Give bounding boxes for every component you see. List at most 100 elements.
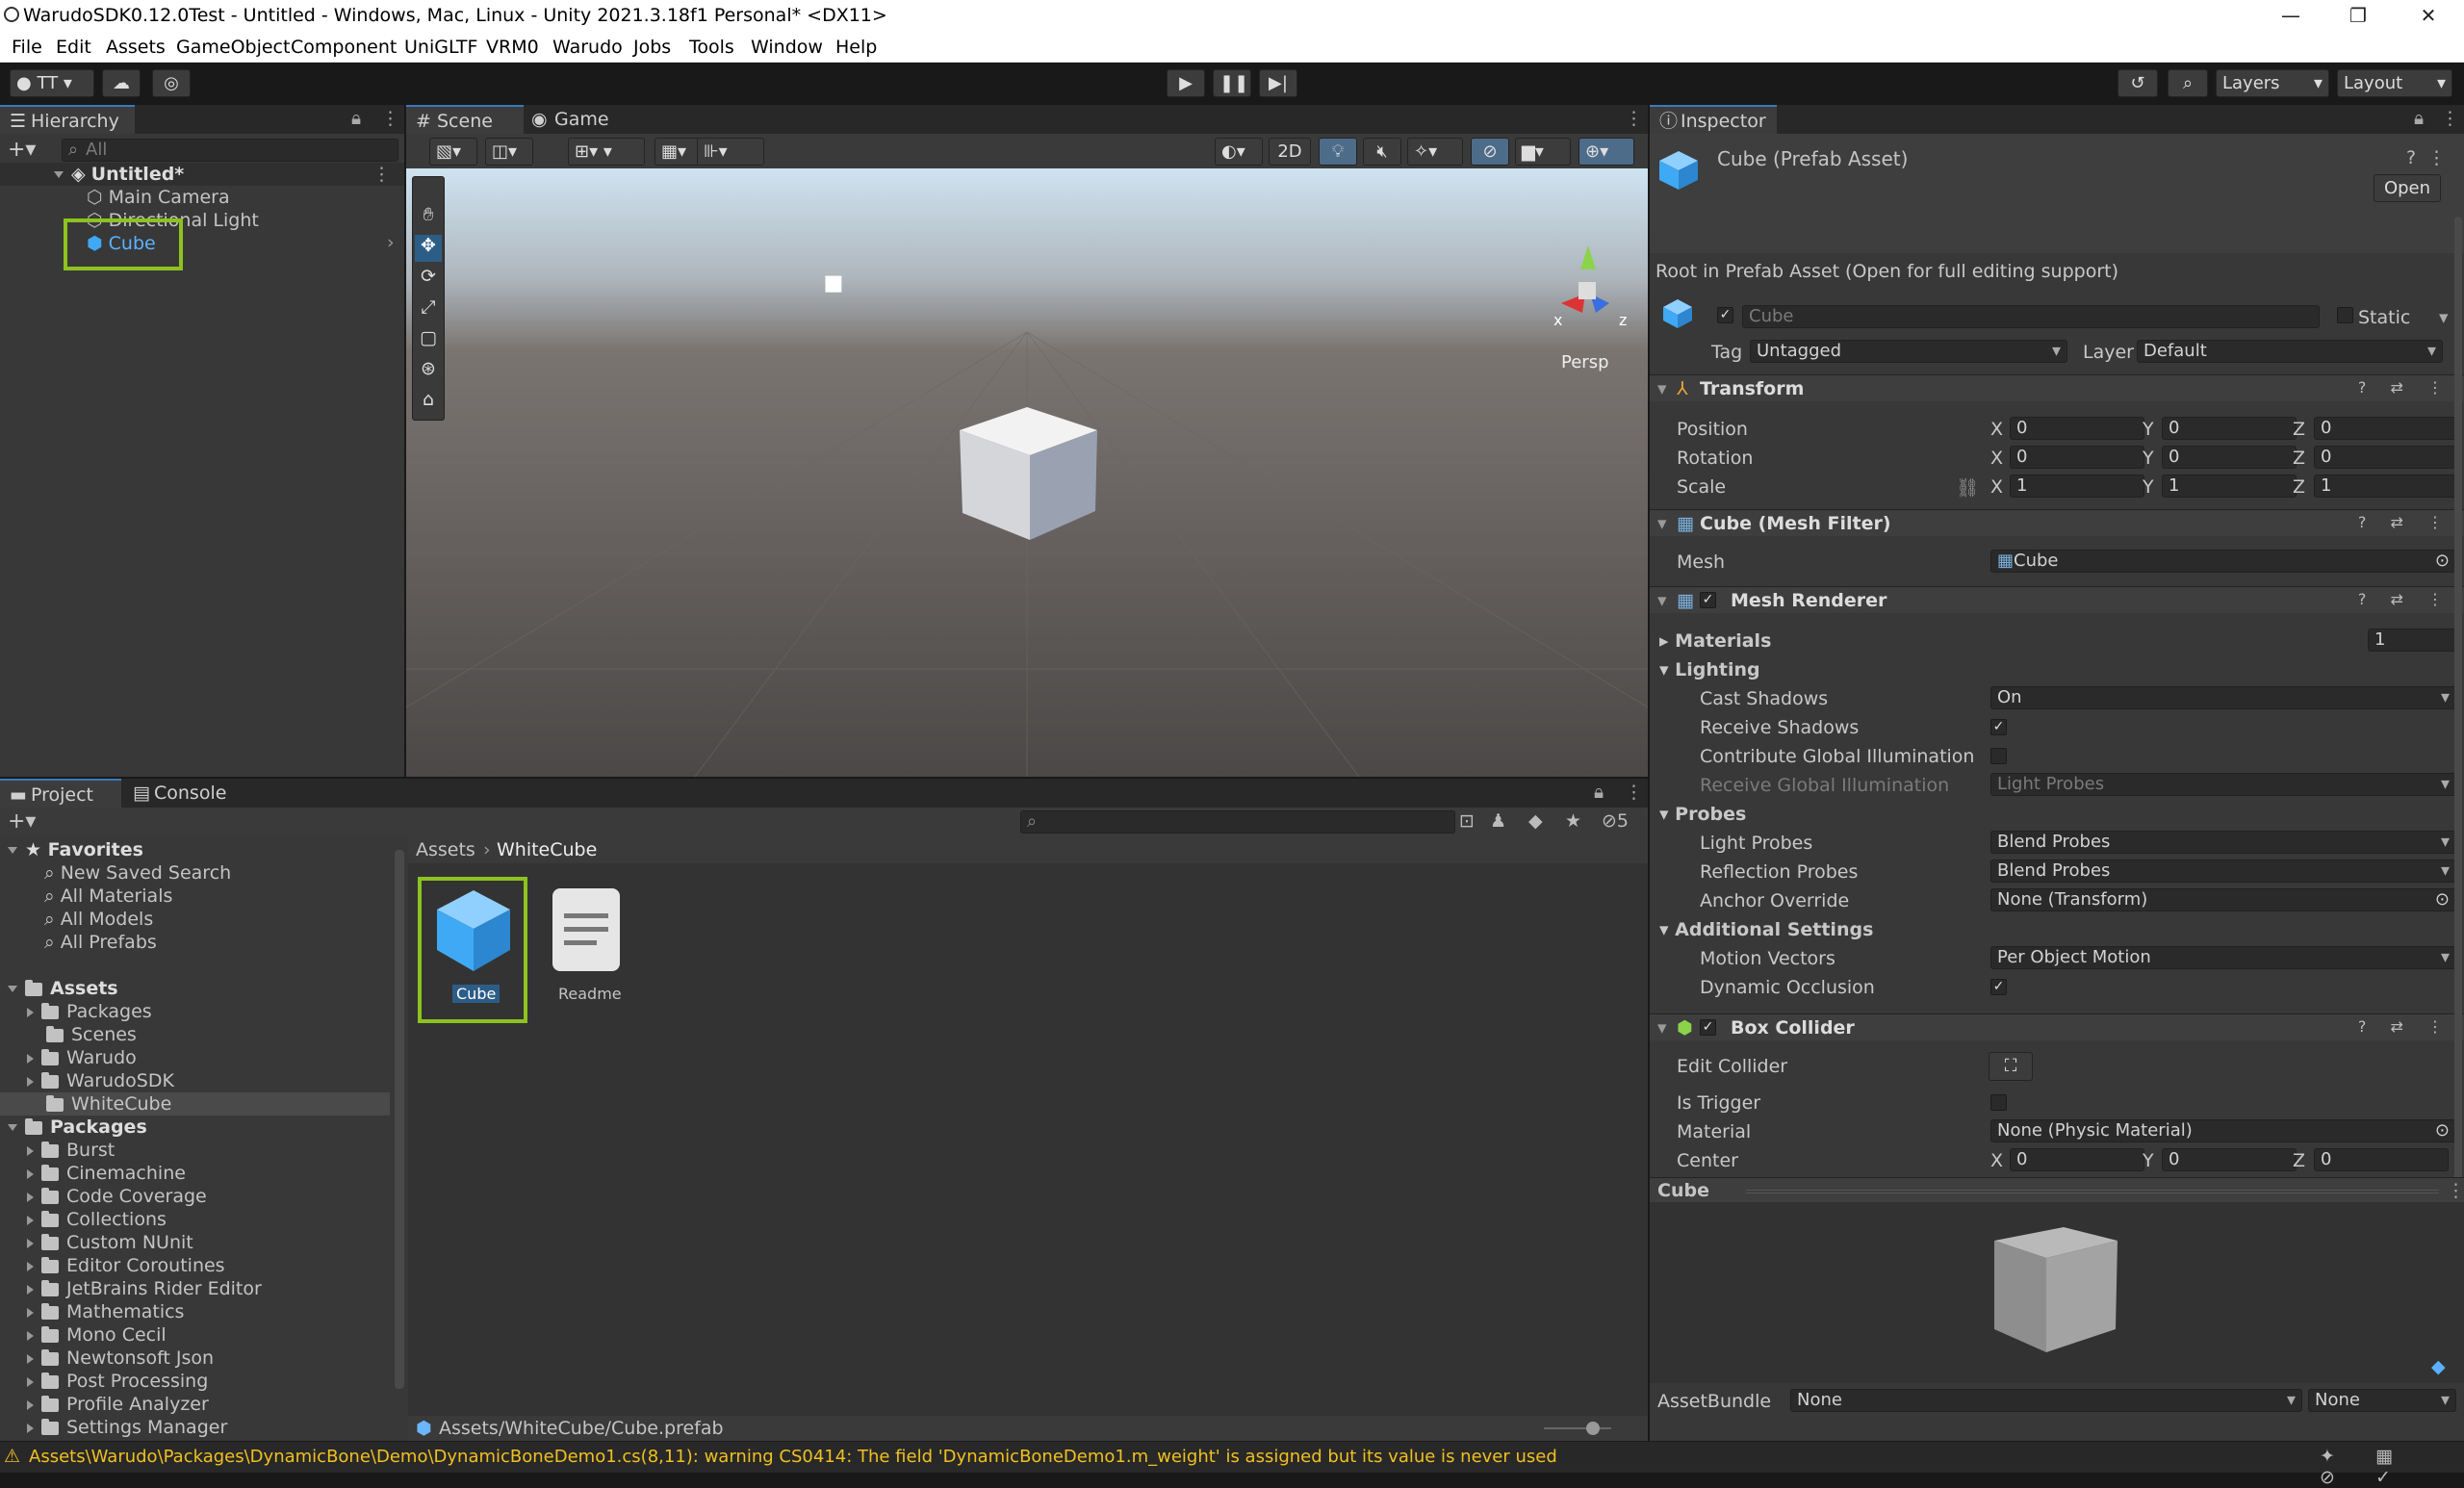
more-menu-icon[interactable]: ⋮ [2447, 1180, 2464, 1201]
object-name-field[interactable]: Cube [1742, 305, 2320, 328]
probes-foldout[interactable]: ▾ Probes [1659, 804, 1746, 825]
shading-dropdown[interactable]: ◫▾ [485, 138, 533, 166]
edit-collider-button[interactable]: ⛶ [1989, 1052, 2033, 1081]
layer-dropdown[interactable]: Default [2137, 340, 2443, 363]
is-trigger-checkbox[interactable] [1990, 1094, 2007, 1111]
mesh-filter-header[interactable]: ▾ ▦ Cube (Mesh Filter) ? ⇄ ⋮ [1650, 509, 2464, 536]
box-collider-header[interactable]: ▾ ⬢ ✓ Box Collider ? ⇄ ⋮ [1650, 1013, 2464, 1040]
more-menu-icon[interactable]: ⋮ [1625, 108, 1643, 129]
scale-y-field[interactable]: 1 [2162, 475, 2297, 498]
favorite-item[interactable]: ⌕ All Materials [44, 885, 172, 908]
rect-tool-icon[interactable]: ▢ [415, 327, 442, 354]
search-by-label-icon[interactable]: ♟ [1490, 810, 1506, 832]
menu-vrm0[interactable]: VRM0 [486, 37, 539, 58]
undo-history-button[interactable]: ↺ [2118, 69, 2158, 97]
scale-x-field[interactable]: 1 [2010, 475, 2144, 498]
zoom-slider[interactable] [1544, 1427, 1611, 1429]
tab-console[interactable]: ▤ Console [123, 779, 248, 808]
position-y-field[interactable]: 0 [2162, 417, 2297, 440]
menu-gameobject[interactable]: GameObject [176, 37, 290, 58]
rotate-tool-icon[interactable]: ⟳ [415, 266, 442, 293]
assetbundle-dropdown[interactable]: None [1790, 1389, 2302, 1412]
tab-hierarchy[interactable]: ☰ Hierarchy [0, 105, 135, 134]
gizmos-dropdown[interactable]: ⊕▾ [1578, 138, 1634, 166]
tag-dropdown[interactable]: Untagged [1750, 340, 2067, 363]
package-item[interactable]: Settings Manager [27, 1416, 227, 1439]
component-actions-icon[interactable]: ? ⇄ ⋮ [2358, 590, 2452, 608]
favorite-item[interactable]: ⌕ New Saved Search [44, 861, 231, 885]
lighting-toggle[interactable]: 💡︎ [1319, 138, 1357, 166]
tab-inspector[interactable]: ⓘ Inspector [1650, 105, 1777, 134]
tab-scene[interactable]: # Scene [406, 105, 524, 134]
package-item[interactable]: Code Coverage [27, 1185, 207, 1208]
assets-header[interactable]: Assets [8, 977, 118, 1000]
project-search-input[interactable]: ⌕ [1020, 810, 1455, 834]
center-x-field[interactable]: 0 [2010, 1148, 2144, 1171]
folder-item[interactable]: Packages [27, 1000, 152, 1023]
cloud-button[interactable]: ☁ [102, 69, 141, 97]
maximize-button[interactable]: ❐ [2324, 0, 2392, 32]
chevron-right-icon[interactable]: › [387, 232, 395, 253]
package-item[interactable]: Post Processing [27, 1370, 208, 1393]
scene-row[interactable]: ◈ Untitled* ⋮ [0, 163, 404, 186]
component-actions-icon[interactable]: ? ⇄ ⋮ [2358, 1017, 2452, 1036]
hidden-packages-icon[interactable]: ⊘5 [1602, 810, 1629, 832]
packages-header[interactable]: Packages [8, 1116, 147, 1139]
more-menu-icon[interactable]: ⋮ [1625, 782, 1643, 803]
materials-foldout[interactable]: ▸ Materials [1659, 630, 1771, 652]
object-picker-icon[interactable]: ⊙ [2435, 1120, 2450, 1142]
folder-item-selected[interactable]: WhiteCube [0, 1092, 390, 1116]
center-z-field[interactable]: 0 [2314, 1148, 2449, 1171]
package-item[interactable]: Profile Analyzer [27, 1393, 209, 1416]
package-item[interactable]: Collections [27, 1208, 167, 1231]
receive-gi-dropdown[interactable]: Light Probes [1990, 773, 2456, 796]
constrain-proportions-icon[interactable]: ⛓︎ [1956, 476, 1979, 499]
grid-snap-dropdown[interactable]: ▦▾ [654, 138, 703, 166]
status-bar[interactable]: ⚠ Assets\Warudo\Packages\DynamicBone\Dem… [0, 1441, 2464, 1488]
scene-viewport[interactable]: ◼ x z Persp [406, 168, 1648, 777]
menu-assets[interactable]: Assets [106, 37, 166, 58]
tab-game[interactable]: ◉ Game [524, 105, 629, 134]
package-item[interactable]: Cinemachine [27, 1162, 186, 1185]
anchor-override-field[interactable]: None (Transform) ⊙ [1990, 888, 2456, 911]
static-dropdown-icon[interactable]: ▾ [2439, 307, 2449, 328]
move-tool-icon[interactable]: ✥ [415, 235, 442, 262]
rotation-x-field[interactable]: 0 [2010, 446, 2144, 469]
mesh-object-field[interactable]: ▦Cube ⊙ [1990, 550, 2456, 573]
hierarchy-item-main-camera[interactable]: ⬡ Main Camera [87, 186, 230, 209]
light-probes-dropdown[interactable]: Blend Probes [1990, 831, 2456, 854]
more-menu-icon[interactable]: ⋮ [381, 108, 399, 129]
package-item[interactable]: Burst [27, 1139, 115, 1162]
audio-toggle[interactable]: 🔇︎ [1363, 138, 1401, 166]
asset-item-readme[interactable]: Readme [533, 877, 639, 1023]
active-checkbox[interactable]: ✓ [1717, 307, 1733, 323]
physic-material-field[interactable]: None (Physic Material) ⊙ [1990, 1119, 2456, 1142]
close-button[interactable]: ✕ [2395, 0, 2462, 32]
center-y-field[interactable]: 0 [2162, 1148, 2297, 1171]
static-checkbox[interactable] [2337, 307, 2353, 323]
play-button[interactable]: ▶ [1167, 69, 1205, 97]
package-item[interactable]: Newtonsoft Json [27, 1347, 214, 1370]
menu-tools[interactable]: Tools [689, 37, 734, 58]
label-tag-icon[interactable]: ◆ [2431, 1356, 2446, 1377]
assetbundle-variant-dropdown[interactable]: None [2308, 1389, 2456, 1412]
preview-drag-handle[interactable] [1746, 1190, 2439, 1193]
scale-z-field[interactable]: 1 [2314, 475, 2456, 498]
account-dropdown[interactable]: ● TT ▾ [10, 69, 94, 97]
menu-help[interactable]: Help [835, 37, 877, 58]
object-picker-icon[interactable]: ⊙ [2435, 889, 2450, 911]
position-z-field[interactable]: 0 [2314, 417, 2456, 440]
menu-unigltf[interactable]: UniGLTF [404, 37, 477, 58]
status-icons[interactable]: ✦ ▦ ⊘ ✓ [2320, 1446, 2464, 1488]
object-picker-icon[interactable]: ⊙ [2435, 551, 2450, 572]
mesh-renderer-header[interactable]: ▾ ▦ ✓ Mesh Renderer ? ⇄ ⋮ [1650, 586, 2464, 613]
collab-button[interactable]: ◎ [152, 69, 191, 97]
star-icon[interactable]: ★ [1565, 810, 1581, 832]
layers-dropdown[interactable]: Layers ▾ [2216, 69, 2329, 97]
search-by-type-icon[interactable]: ⊡ [1459, 810, 1475, 832]
help-icon[interactable]: ? [2406, 147, 2416, 168]
package-item[interactable]: Custom NUnit [27, 1231, 193, 1254]
reflection-probes-dropdown[interactable]: Blend Probes [1990, 859, 2456, 883]
tab-project[interactable]: ▬ Project [0, 779, 121, 808]
preview-area[interactable]: ◆ [1650, 1202, 2464, 1383]
